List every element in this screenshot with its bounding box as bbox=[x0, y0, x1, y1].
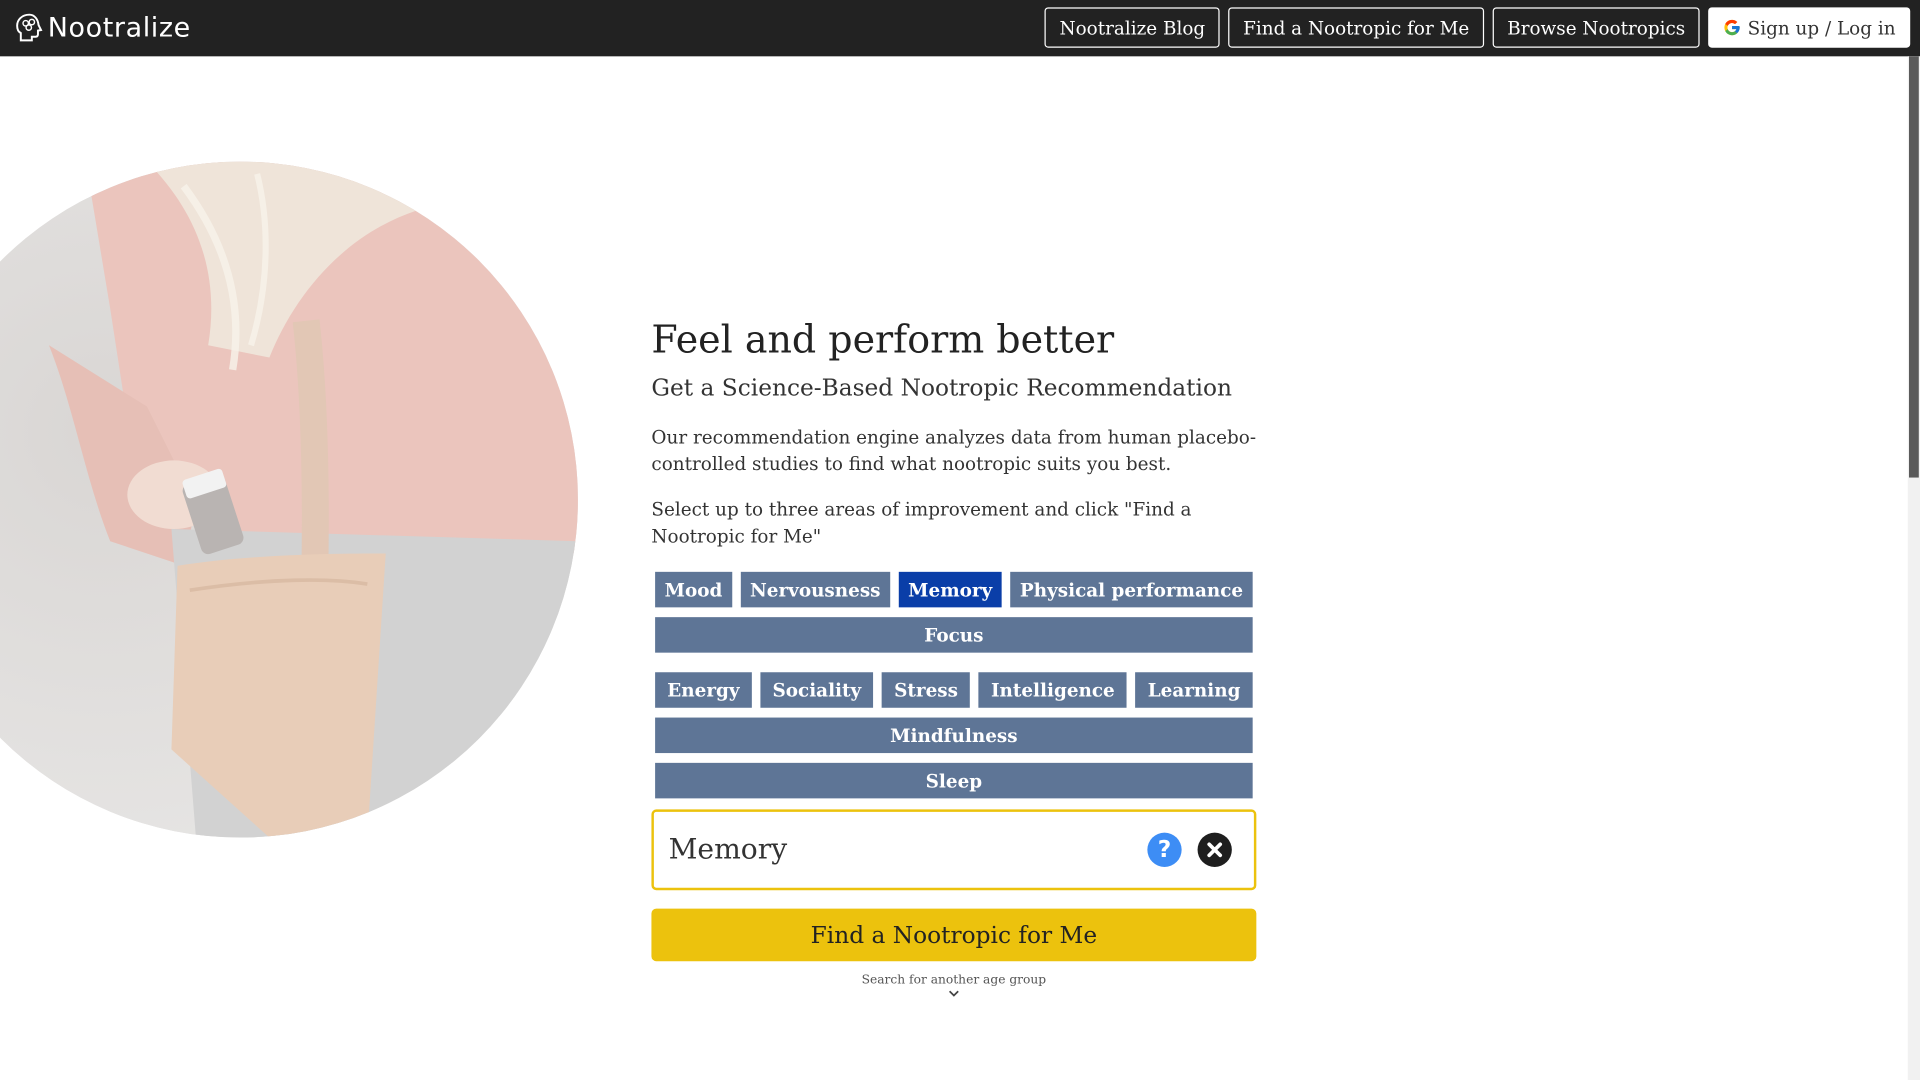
top-navbar: Nootralize Nootralize Blog Find a Nootro… bbox=[0, 0, 1920, 57]
chevron-down-icon bbox=[948, 990, 959, 997]
brain-head-icon bbox=[16, 13, 43, 42]
tag-learning[interactable]: Learning bbox=[1135, 672, 1253, 708]
signup-login-button[interactable]: Sign up / Log in bbox=[1708, 7, 1911, 48]
question-mark-icon[interactable]: ? bbox=[1147, 832, 1182, 867]
x-mark-icon bbox=[1207, 842, 1223, 858]
nav-browse-button[interactable]: Browse Nootropics bbox=[1492, 7, 1700, 48]
scrollbar[interactable] bbox=[1907, 56, 1920, 1080]
selected-area-item: Memory ? bbox=[651, 809, 1257, 891]
hero-image bbox=[0, 161, 578, 838]
selected-area-name: Memory bbox=[668, 833, 788, 866]
close-icon[interactable] bbox=[1197, 832, 1232, 867]
find-nootropic-button[interactable]: Find a Nootropic for Me bbox=[651, 908, 1257, 962]
recommendation-panel: Feel and perform better Get a Science-Ba… bbox=[651, 316, 1257, 998]
tag-sociality[interactable]: Sociality bbox=[760, 672, 874, 708]
instruction-paragraph: Select up to three areas of improvement … bbox=[651, 498, 1192, 548]
tag-focus[interactable]: Focus bbox=[655, 617, 1253, 653]
tag-intelligence[interactable]: Intelligence bbox=[978, 672, 1127, 708]
tag-stress[interactable]: Stress bbox=[881, 672, 971, 708]
nav-blog-button[interactable]: Nootralize Blog bbox=[1044, 7, 1220, 48]
google-icon bbox=[1724, 19, 1740, 36]
nav-find-button[interactable]: Find a Nootropic for Me bbox=[1228, 7, 1484, 48]
age-group-label: Search for another age group bbox=[861, 973, 1047, 987]
tag-physical-performance[interactable]: Physical performance bbox=[1010, 571, 1253, 608]
improvement-area-tags: Mood Nervousness Memory Physical perform… bbox=[651, 571, 1256, 799]
tag-mindfulness[interactable]: Mindfulness bbox=[655, 717, 1253, 754]
tag-energy[interactable]: Energy bbox=[655, 672, 752, 708]
page-subtitle: Get a Science-Based Nootropic Recommenda… bbox=[651, 374, 1232, 402]
nav-links: Nootralize Blog Find a Nootropic for Me … bbox=[1044, 7, 1911, 48]
tag-sleep[interactable]: Sleep bbox=[655, 762, 1253, 799]
age-group-link[interactable]: Search for another age group bbox=[651, 972, 1256, 998]
page: Nootralize Nootralize Blog Find a Nootro… bbox=[0, 0, 1920, 1080]
logo-text: Nootralize bbox=[47, 12, 191, 44]
signup-label: Sign up / Log in bbox=[1747, 16, 1896, 39]
tag-memory[interactable]: Memory bbox=[898, 571, 1002, 608]
tag-mood[interactable]: Mood bbox=[655, 571, 732, 608]
page-title: Feel and perform better bbox=[651, 318, 1115, 363]
person-with-bag-illustration bbox=[0, 161, 578, 838]
scrollbar-thumb[interactable] bbox=[1908, 56, 1919, 478]
tag-nervousness[interactable]: Nervousness bbox=[740, 571, 891, 608]
logo[interactable]: Nootralize bbox=[15, 11, 191, 45]
description-paragraph: Our recommendation engine analyzes data … bbox=[651, 426, 1257, 476]
